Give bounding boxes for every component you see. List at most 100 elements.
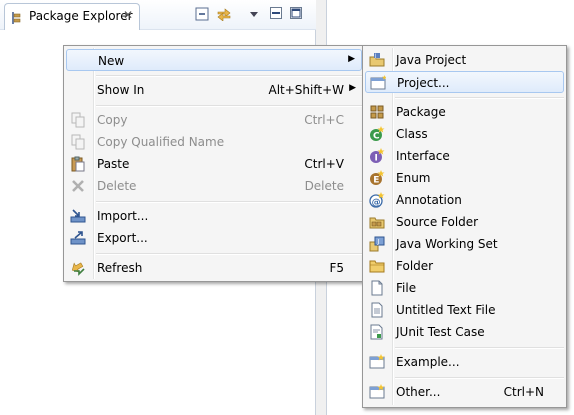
refresh-icon	[70, 260, 86, 276]
menu-separator	[96, 201, 362, 203]
menu-item-copy[interactable]: Copy Ctrl+C	[66, 109, 362, 131]
submenu-item-other[interactable]: Other... Ctrl+N	[365, 381, 564, 403]
enum-icon: E	[369, 170, 385, 186]
untitled-text-file-icon	[369, 302, 385, 318]
menu-item-import[interactable]: Import...	[66, 205, 362, 227]
svg-text:J: J	[374, 54, 376, 60]
menu-separator	[96, 253, 362, 255]
menu-item-delete[interactable]: Delete Delete	[66, 175, 362, 197]
submenu-item-untitled-text-file[interactable]: Untitled Text File	[365, 299, 564, 321]
file-icon	[369, 280, 385, 296]
menu-separator	[395, 97, 564, 99]
new-submenu: J Java Project Project... Package C Clas…	[362, 45, 567, 408]
submenu-item-annotation[interactable]: @ Annotation	[365, 189, 564, 211]
submenu-item-folder[interactable]: Folder	[365, 255, 564, 277]
menu-item-show-in[interactable]: Show In Alt+Shift+W ▶	[66, 79, 362, 101]
menu-item-label: Export...	[97, 231, 148, 245]
context-menu: New ▶ Show In Alt+Shift+W ▶ Copy Ctrl+C …	[63, 45, 365, 282]
menu-separator	[395, 347, 564, 349]
menu-item-shortcut: Ctrl+C	[304, 113, 344, 127]
menu-item-label: Enum	[396, 171, 431, 185]
import-icon	[70, 208, 86, 224]
source-folder-icon	[369, 214, 385, 230]
submenu-item-file[interactable]: File	[365, 277, 564, 299]
menu-item-paste[interactable]: Paste Ctrl+V	[66, 153, 362, 175]
submenu-arrow-icon: ▶	[348, 54, 355, 64]
menu-item-label: Project...	[397, 76, 450, 90]
menu-separator	[96, 105, 362, 107]
java-working-set-icon: J	[369, 236, 385, 252]
tab-title: Package Explorer	[29, 9, 133, 23]
package-explorer-icon	[11, 11, 25, 28]
submenu-item-java-project[interactable]: J Java Project	[365, 49, 564, 71]
submenu-item-enum[interactable]: E Enum	[365, 167, 564, 189]
maximize-icon[interactable]	[290, 7, 302, 22]
submenu-item-class[interactable]: C Class	[365, 123, 564, 145]
svg-text:C: C	[373, 132, 380, 142]
menu-item-shortcut: Ctrl+N	[503, 385, 544, 399]
menu-item-label: Copy	[97, 113, 128, 127]
junit-test-case-icon	[369, 324, 385, 340]
annotation-icon: @	[369, 192, 385, 208]
menu-item-label: Annotation	[396, 193, 462, 207]
menu-item-label: Interface	[396, 149, 450, 163]
interface-icon: I	[369, 148, 385, 164]
menu-item-label: File	[396, 281, 417, 295]
menu-item-label: Java Working Set	[396, 237, 498, 251]
view-menu-icon[interactable]	[249, 8, 259, 22]
menu-item-label: Show In	[97, 83, 145, 97]
project-icon	[370, 75, 387, 91]
menu-item-label: Package	[396, 105, 446, 119]
submenu-item-example[interactable]: Example...	[365, 351, 564, 373]
svg-text:E: E	[373, 176, 379, 186]
menu-item-shortcut: Delete	[304, 179, 344, 193]
copy-icon	[70, 112, 86, 128]
svg-text:J: J	[377, 239, 380, 246]
other-wizard-icon	[369, 384, 385, 400]
menu-item-label: Paste	[97, 157, 130, 171]
submenu-item-source-folder[interactable]: Source Folder	[365, 211, 564, 233]
menu-item-label: Other...	[396, 385, 441, 399]
java-project-icon: J	[369, 52, 385, 68]
export-icon	[70, 230, 86, 246]
delete-icon	[70, 178, 86, 194]
menu-separator	[395, 377, 564, 379]
view-tab-bar: Package Explorer ✕	[0, 0, 316, 30]
tab-package-explorer[interactable]: Package Explorer ✕	[4, 3, 140, 30]
link-with-editor-icon[interactable]	[216, 7, 232, 24]
menu-item-label: Java Project	[396, 53, 467, 67]
folder-icon	[369, 258, 385, 274]
menu-item-label: Copy Qualified Name	[97, 135, 225, 149]
collapse-all-icon[interactable]	[195, 7, 209, 24]
package-icon	[369, 104, 385, 120]
submenu-item-interface[interactable]: I Interface	[365, 145, 564, 167]
menu-item-label: Example...	[396, 355, 460, 369]
menu-item-new[interactable]: New ▶	[66, 49, 362, 71]
menu-item-label: New	[98, 54, 125, 68]
menu-item-refresh[interactable]: Refresh F5	[66, 257, 362, 279]
menu-separator	[96, 75, 362, 77]
menu-item-shortcut: F5	[329, 261, 344, 275]
submenu-item-junit-test-case[interactable]: JUnit Test Case	[365, 321, 564, 343]
example-icon	[369, 354, 385, 370]
submenu-item-java-working-set[interactable]: J Java Working Set	[365, 233, 564, 255]
copy-qualified-name-icon	[70, 134, 86, 150]
menu-item-label: Import...	[97, 209, 149, 223]
class-icon: C	[369, 126, 385, 142]
svg-text:@: @	[372, 198, 381, 208]
submenu-item-package[interactable]: Package	[365, 101, 564, 123]
menu-item-label: JUnit Test Case	[396, 325, 485, 339]
menu-item-label: Source Folder	[396, 215, 479, 229]
menu-item-label: Refresh	[97, 261, 143, 275]
menu-item-shortcut: Ctrl+V	[304, 157, 344, 171]
menu-item-shortcut: Alt+Shift+W	[268, 83, 345, 97]
menu-item-label: Delete	[97, 179, 137, 193]
menu-item-label: Class	[396, 127, 428, 141]
close-icon[interactable]: ✕	[123, 8, 133, 22]
menu-item-copy-qualified-name[interactable]: Copy Qualified Name	[66, 131, 362, 153]
submenu-item-project[interactable]: Project...	[365, 71, 564, 93]
menu-item-export[interactable]: Export...	[66, 227, 362, 249]
minimize-icon[interactable]	[270, 7, 282, 22]
paste-icon	[70, 156, 86, 172]
menu-item-label: Folder	[396, 259, 434, 273]
